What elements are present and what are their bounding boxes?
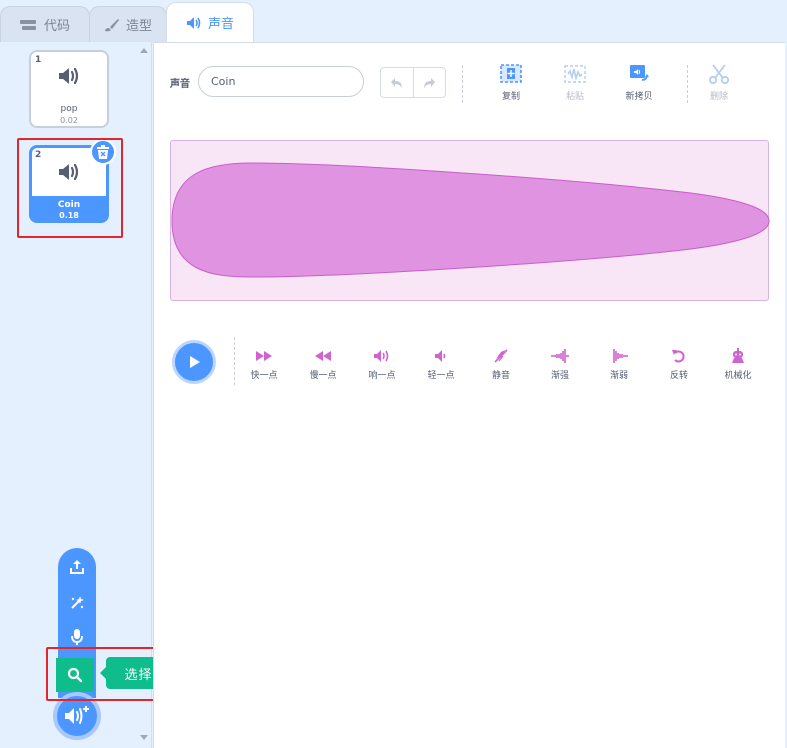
sound-name-label: 声音 (170, 79, 190, 90)
add-sound-icon (64, 705, 90, 727)
undo-redo-group (380, 67, 446, 98)
sound-name: pop (60, 104, 78, 114)
sound-number: 1 (35, 55, 42, 65)
effect-reverse-button[interactable]: 反转 (654, 348, 704, 381)
effect-mute-button[interactable]: 静音 (476, 348, 526, 381)
tab-costumes-label: 造型 (125, 19, 152, 34)
tab-sounds-label: 声音 (207, 17, 234, 32)
tab-code[interactable]: 代码 (0, 6, 90, 42)
effect-faster-button[interactable]: 快一点 (239, 348, 289, 381)
effect-label: 快一点 (250, 371, 278, 381)
copy-button[interactable]: 复制 (486, 63, 536, 102)
sound-list-scrollbar[interactable] (136, 42, 152, 748)
sound-name-input[interactable] (198, 66, 364, 97)
paste-label: 粘贴 (565, 92, 584, 102)
effect-label: 机械化 (724, 371, 752, 381)
redo-button[interactable] (414, 68, 446, 97)
sound-item-pop[interactable]: 1 pop 0.02 (29, 50, 109, 128)
effect-label: 渐弱 (609, 371, 628, 381)
effect-label: 反转 (669, 371, 688, 381)
speaker-icon (186, 16, 202, 30)
code-icon (19, 19, 38, 31)
mute-icon (476, 348, 526, 364)
tab-sounds[interactable]: 声音 (166, 2, 254, 42)
play-button[interactable] (172, 340, 216, 384)
effect-label: 渐强 (550, 371, 569, 381)
copy-to-new-button[interactable]: 新拷贝 (614, 63, 664, 102)
effect-robot-button[interactable]: 机械化 (713, 348, 763, 381)
upload-icon (69, 559, 85, 575)
robot-icon (713, 348, 763, 364)
tab-costumes[interactable]: 造型 (89, 6, 167, 42)
reverse-icon (654, 348, 704, 364)
sound-editor: 声音 复制 粘贴 新拷贝 (153, 42, 785, 748)
fade-in-icon (535, 348, 585, 364)
speaker-icon (58, 66, 82, 90)
effect-label: 响一点 (368, 371, 396, 381)
effect-fade-in-button[interactable]: 渐强 (535, 348, 585, 381)
softer-icon (416, 348, 466, 364)
highlight-box-selected-sound (17, 138, 123, 238)
effect-softer-button[interactable]: 轻一点 (416, 348, 466, 381)
paste-button[interactable]: 粘贴 (550, 63, 600, 102)
sound-duration: 0.02 (60, 116, 78, 125)
fade-out-icon (594, 348, 644, 364)
delete-button[interactable]: 删除 (694, 63, 744, 102)
copy-to-new-label: 新拷贝 (625, 92, 653, 102)
scroll-down-arrow-icon[interactable] (140, 735, 148, 740)
upload-sound-button[interactable] (58, 550, 96, 584)
microphone-icon (70, 628, 84, 646)
sparkle-icon (69, 595, 85, 611)
effect-fade-out-button[interactable]: 渐弱 (594, 348, 644, 381)
effect-label: 慢一点 (309, 371, 337, 381)
faster-icon (239, 348, 289, 364)
scroll-up-arrow-icon[interactable] (140, 48, 148, 53)
copy-to-new-icon (614, 63, 664, 85)
undo-button[interactable] (381, 68, 414, 97)
effect-label: 轻一点 (427, 371, 455, 381)
tab-code-label: 代码 (43, 19, 70, 34)
tab-bar: 代码 造型 声音 (0, 0, 787, 42)
waveform-shape (171, 162, 770, 278)
play-icon (186, 354, 202, 370)
delete-label: 删除 (709, 92, 728, 102)
brush-icon (104, 18, 120, 32)
undo-icon (390, 77, 404, 89)
paste-icon (550, 63, 600, 85)
copy-icon (486, 63, 536, 85)
effect-label: 静音 (491, 371, 510, 381)
slower-icon (298, 348, 348, 364)
copy-label: 复制 (501, 92, 520, 102)
scissors-icon (694, 63, 744, 85)
effect-louder-button[interactable]: 响一点 (357, 348, 407, 381)
surprise-button[interactable] (58, 586, 96, 620)
waveform-display[interactable] (170, 140, 770, 301)
redo-icon (422, 77, 436, 89)
louder-icon (357, 348, 407, 364)
effect-slower-button[interactable]: 慢一点 (298, 348, 348, 381)
